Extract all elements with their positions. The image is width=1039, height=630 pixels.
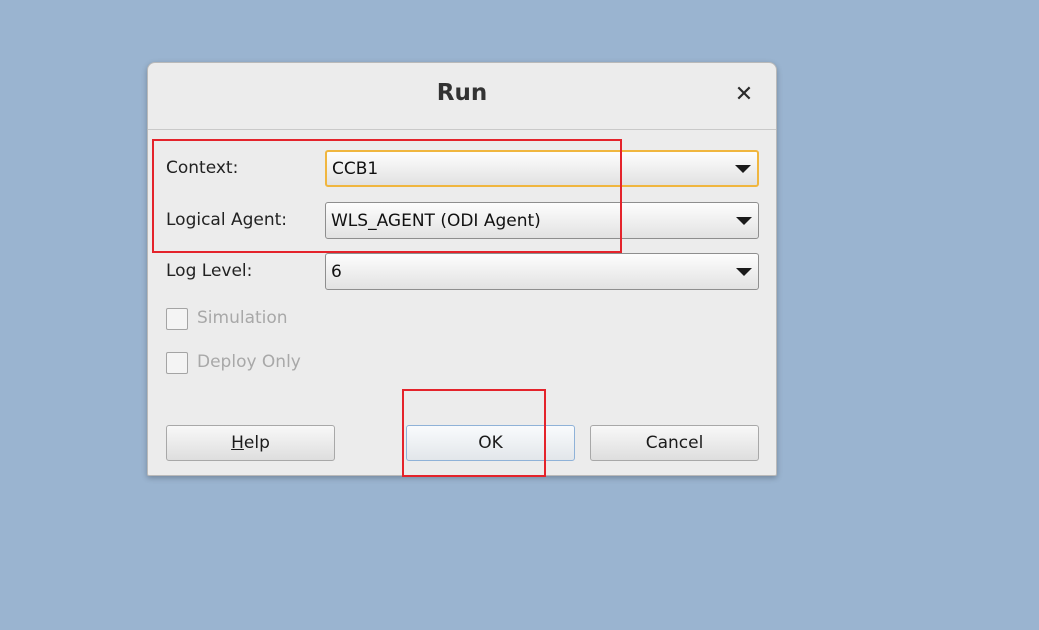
dialog-titlebar: Run ✕ [148,63,776,130]
chevron-down-icon [736,268,752,276]
log-level-value: 6 [331,262,342,282]
dialog-title: Run [436,80,488,106]
log-level-label: Log Level: [166,261,253,281]
log-level-dropdown[interactable]: 6 [325,253,759,290]
run-dialog: Run ✕ Context: CCB1 Logical Agent: WLS_A… [147,62,777,476]
simulation-checkbox[interactable] [166,308,188,330]
context-value: CCB1 [332,159,379,179]
simulation-label: Simulation [197,308,288,328]
ok-button[interactable]: OK [406,425,575,461]
help-mnemonic: H [231,433,244,453]
logical-agent-value: WLS_AGENT (ODI Agent) [331,211,541,231]
chevron-down-icon [735,165,751,173]
chevron-down-icon [736,217,752,225]
help-button[interactable]: Help [166,425,335,461]
logical-agent-label: Logical Agent: [166,210,288,230]
close-icon[interactable]: ✕ [734,83,754,107]
cancel-button[interactable]: Cancel [590,425,759,461]
deploy-only-label: Deploy Only [197,352,301,372]
context-dropdown[interactable]: CCB1 [325,150,759,187]
help-label-rest: elp [243,433,270,453]
context-label: Context: [166,158,239,178]
logical-agent-dropdown[interactable]: WLS_AGENT (ODI Agent) [325,202,759,239]
deploy-only-checkbox[interactable] [166,352,188,374]
